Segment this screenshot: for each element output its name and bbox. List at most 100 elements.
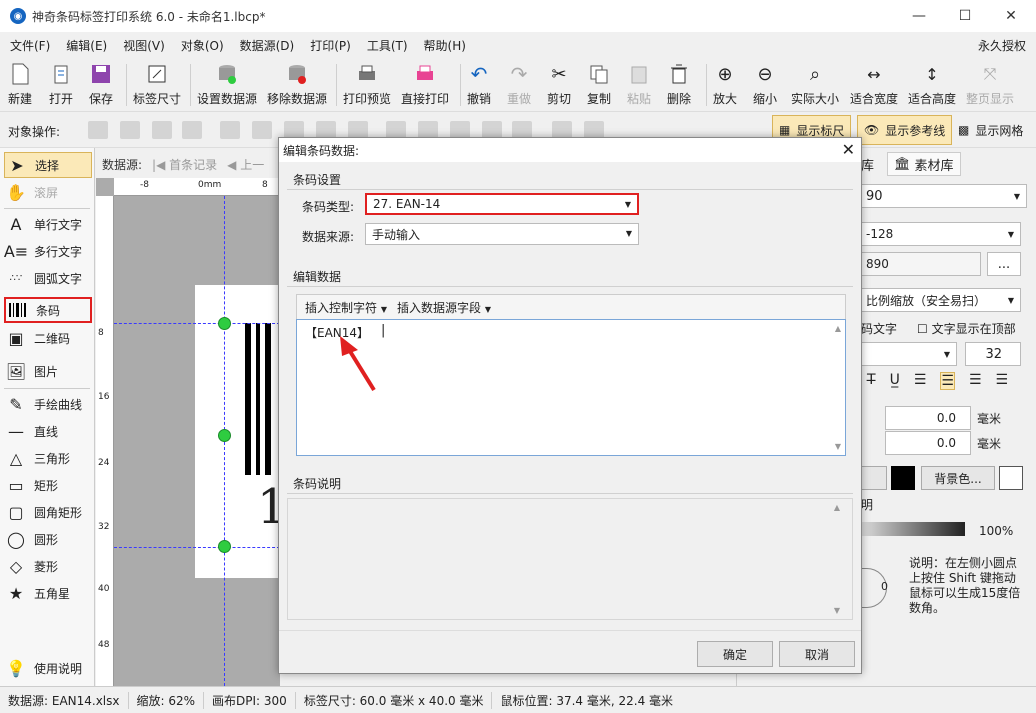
layer-icon[interactable] [120, 121, 140, 139]
show-guides-toggle[interactable]: 👁 显示参考线 [857, 115, 953, 145]
tool-roundrect[interactable]: ▢ 圆角矩形 [4, 499, 92, 525]
undo-button[interactable]: ↶ 撤销 [467, 62, 491, 110]
resize-handle[interactable] [218, 317, 231, 330]
cancel-button[interactable]: 取消 [779, 641, 855, 667]
app-icon: ◉ [10, 8, 26, 24]
remove-datasource-button[interactable]: 移除数据源 [267, 62, 327, 110]
delete-button[interactable]: 删除 [667, 62, 691, 110]
direct-print-button[interactable]: 直接打印 [401, 62, 449, 110]
menu-help[interactable]: 帮助(H) [416, 37, 474, 54]
offset-x-input[interactable]: 0.0 [885, 406, 971, 430]
save-button[interactable]: 保存 [89, 62, 113, 110]
menu-tools[interactable]: 工具(T) [359, 37, 416, 54]
maximize-button[interactable]: ☐ [942, 0, 988, 32]
tool-rect[interactable]: ▭ 矩形 [4, 472, 92, 498]
tool-single-text[interactable]: A 单行文字 [4, 211, 92, 237]
minimize-button[interactable]: — [896, 0, 942, 32]
set-datasource-button[interactable]: 设置数据源 [197, 62, 257, 110]
arc-text-icon: ∴∵ [9, 272, 23, 284]
scroll-up-icon[interactable]: ▲ [834, 503, 840, 512]
label-size-button[interactable]: 标签尺寸 [133, 62, 181, 110]
data-source-select[interactable]: 手动输入 ▼ [365, 223, 639, 245]
align-left-icon[interactable]: ☰ [914, 372, 927, 390]
zoom-in-button[interactable]: ⊕ 放大 [713, 62, 737, 110]
print-preview-button[interactable]: 打印预览 [343, 62, 391, 110]
tool-multi-text[interactable]: A≡ 多行文字 [4, 238, 92, 264]
group-barcode-settings: 条码设置 [293, 173, 342, 187]
tool-diamond[interactable]: ◇ 菱形 [4, 553, 92, 579]
cut-button[interactable]: ✂ 剪切 [547, 62, 571, 110]
align-right-icon[interactable]: ☰ [969, 372, 982, 390]
align-icon[interactable] [252, 121, 272, 139]
dialog-close-icon[interactable]: ✕ [842, 140, 855, 159]
justify-icon[interactable]: ☰ [996, 372, 1009, 390]
underline-icon[interactable]: U̲ [890, 372, 900, 390]
opacity-slider[interactable] [861, 522, 965, 536]
tool-freehand[interactable]: ✎ 手绘曲线 [4, 391, 92, 417]
tool-triangle[interactable]: △ 三角形 [4, 445, 92, 471]
close-button[interactable]: ✕ [988, 0, 1034, 32]
offset-y-input[interactable]: 0.0 [885, 431, 971, 455]
text-on-top-checkbox[interactable]: ☐ 文字显示在顶部 [917, 320, 1016, 337]
label-page[interactable]: 1 [195, 285, 288, 578]
prev-record-button[interactable]: ◀ 上一 [227, 156, 264, 173]
zoom-out-button[interactable]: ⊖ 缩小 [753, 62, 777, 110]
tool-scroll[interactable]: ✋ 滚屏 [4, 179, 92, 205]
layer-icon[interactable] [88, 121, 108, 139]
first-record-button[interactable]: |◀ 首条记录 [152, 156, 217, 173]
layer-icon[interactable] [152, 121, 172, 139]
scale-mode-select[interactable]: 比例缩放（安全易扫） ▼ [861, 288, 1021, 312]
align-icon[interactable] [220, 121, 240, 139]
scroll-up-icon[interactable]: ▲ [835, 324, 841, 333]
barcode-icon [6, 299, 30, 321]
bg-color-button[interactable]: 背景色... [921, 466, 995, 490]
prop-field-3[interactable]: 890 [861, 252, 981, 276]
tool-star[interactable]: ★ 五角星 [4, 580, 92, 606]
full-page-button[interactable]: ⤧ 整页显示 [966, 62, 1014, 110]
tool-circle[interactable]: ◯ 圆形 [4, 526, 92, 552]
menu-print[interactable]: 打印(P) [302, 37, 359, 54]
barcode-type-select[interactable]: 27. EAN-14 ▼ [365, 193, 639, 215]
scroll-down-icon[interactable]: ▼ [834, 606, 840, 615]
menu-object[interactable]: 对象(O) [173, 37, 232, 54]
new-button[interactable]: 新建 [8, 62, 32, 110]
tool-barcode[interactable]: 条码 [4, 297, 92, 323]
font-select[interactable]: ▼ [861, 342, 957, 366]
barcode-description-area[interactable]: ▲ ▼ [287, 498, 853, 620]
font-size-input[interactable]: 32 [965, 342, 1021, 366]
menu-view[interactable]: 视图(V) [115, 37, 173, 54]
resize-handle[interactable] [218, 429, 231, 442]
help-button[interactable]: 💡 使用说明 [4, 655, 92, 681]
redo-button[interactable]: ↷ 重做 [507, 62, 531, 110]
strikethrough-icon[interactable]: T̶ [867, 372, 876, 390]
open-button[interactable]: 打开 [49, 62, 73, 110]
tool-line[interactable]: — 直线 [4, 418, 92, 444]
fit-width-button[interactable]: ↔ 适合宽度 [850, 62, 898, 110]
copy-button[interactable]: 复制 [587, 62, 611, 110]
resize-handle[interactable] [218, 540, 231, 553]
tab-material[interactable]: 🏛 素材库 [887, 152, 961, 176]
ok-button[interactable]: 确定 [697, 641, 773, 667]
align-center-icon[interactable]: ☰ [940, 372, 955, 390]
paste-button[interactable]: 粘贴 [627, 62, 651, 110]
fit-height-button[interactable]: ↕ 适合高度 [908, 62, 956, 110]
tab-library[interactable]: 库 [861, 152, 874, 176]
text-format-buttons: T̶ U̲ ☰ ☰ ☰ ☰ [867, 372, 1008, 390]
more-button[interactable]: ... [987, 252, 1021, 276]
tool-select[interactable]: ➤ 选择 [4, 152, 92, 178]
insert-control-char-button[interactable]: 插入控制字符 ▼ [305, 299, 387, 316]
tool-image[interactable]: 🖼 图片 [4, 358, 92, 384]
menu-datasource[interactable]: 数据源(D) [232, 37, 303, 54]
menu-edit[interactable]: 编辑(E) [58, 37, 115, 54]
prop-field-2[interactable]: -128 ▼ [861, 222, 1021, 246]
show-grid-toggle[interactable]: ▩ 显示网格 [952, 115, 1029, 145]
insert-field-button[interactable]: 插入数据源字段 ▼ [397, 299, 491, 316]
fore-color-button[interactable] [861, 466, 887, 490]
tool-arc-text[interactable]: ∴∵ 圆弧文字 [4, 265, 92, 291]
menu-file[interactable]: 文件(F) [0, 37, 58, 54]
scroll-down-icon[interactable]: ▼ [835, 442, 841, 451]
prop-field-1[interactable]: 90 ▼ [861, 184, 1027, 208]
actual-size-button[interactable]: ⌕ 实际大小 [791, 62, 839, 110]
layer-icon[interactable] [182, 121, 202, 139]
tool-qrcode[interactable]: ▣ 二维码 [4, 325, 92, 351]
